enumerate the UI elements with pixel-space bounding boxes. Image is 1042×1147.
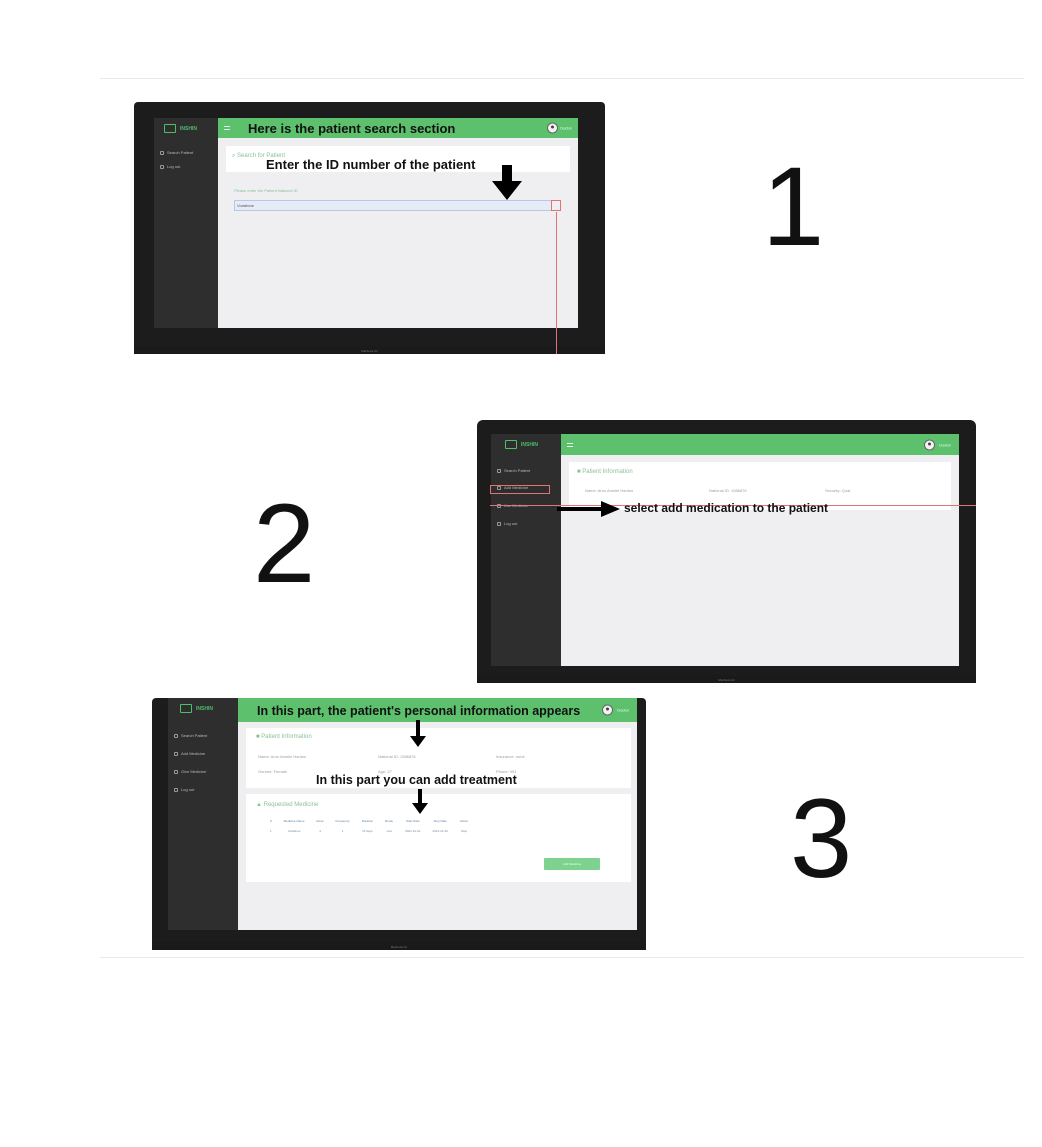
step1-logo: INSHIN: [164, 124, 197, 133]
step2-chin: Macbook Air: [477, 675, 976, 683]
step3-user: Doctor: [617, 707, 629, 713]
menu-icon[interactable]: [567, 442, 573, 447]
add-medicine-icon: [174, 751, 178, 756]
avatar-icon[interactable]: [602, 704, 613, 716]
monitor-icon: [505, 440, 517, 449]
step3-logo: INSHIN: [180, 704, 213, 713]
medicine-table: # Medicine Name Dose Frequency Duration …: [264, 816, 474, 836]
step3-sidebar: INSHIN Search Patient Add Medicine Give …: [168, 698, 238, 930]
step2-user: Doctor: [939, 442, 951, 447]
step3-medicine-panel: ▲ Requested Medicine # Medicine Name Dos…: [246, 794, 631, 882]
step2-nav-search[interactable]: Search Patient: [497, 468, 530, 473]
step1-number: 1: [762, 144, 825, 269]
avatar-icon[interactable]: [924, 439, 935, 450]
step1-chin: Macbook Air: [134, 346, 605, 354]
step3-logo-text: INSHIN: [196, 705, 213, 712]
step2-info-id: National ID: 1986876: [709, 488, 747, 493]
stop-action[interactable]: Stop: [454, 826, 474, 836]
step1-field-label: Please enter the Patient National ID: [234, 188, 298, 193]
step3-info-insurance: Insurance: none: [496, 754, 525, 759]
step2-callout-add-medication: select add medication to the patient: [624, 501, 829, 515]
step1-callout-id: Enter the ID number of the patient: [266, 157, 476, 172]
medicine-icon: ▲: [256, 802, 264, 808]
step1-user: Doctor: [560, 125, 572, 131]
step2-laptop: INSHIN Search Patient Add Medicine Use M…: [477, 420, 976, 683]
step3-chin: Macbook Air: [152, 942, 646, 950]
step1-search-button[interactable]: [551, 200, 561, 211]
avatar-icon[interactable]: [547, 122, 558, 134]
step2-nav-logout[interactable]: Log out: [497, 521, 517, 526]
step2-number: 2: [253, 481, 316, 606]
search-icon: [160, 150, 164, 155]
step3-nav-logout[interactable]: Log out: [174, 787, 194, 792]
step3-medicine-title: ▲ Requested Medicine: [256, 802, 319, 808]
step2-topbar: Doctor: [561, 434, 959, 455]
table-row: 1 Vodafone 4 1 15 days oral 2021-12-01 2…: [264, 826, 474, 836]
step1-callout-search: Here is the patient search section: [248, 121, 456, 136]
step1-nav-logout[interactable]: Log out: [160, 164, 180, 169]
logout-icon: [160, 164, 164, 169]
step3-callout-personal-info: In this part, the patient's personal inf…: [257, 704, 581, 718]
step2-info-name: Name: Arno Amelie Hantoo: [585, 488, 634, 493]
step3-nav-search[interactable]: Search Patient: [174, 733, 207, 738]
guide-line-top: [100, 78, 1024, 79]
logout-icon: [497, 521, 501, 526]
search-icon: [497, 468, 501, 473]
step2-info-security: Security: Quat: [825, 488, 851, 493]
step1-logo-text: INSHIN: [180, 125, 197, 132]
step2-add-medicine-highlight: [490, 485, 550, 494]
step1-screen: INSHIN Search Patient Log out Doctor ⌕ S…: [154, 118, 578, 328]
step2-logo: INSHIN: [505, 440, 538, 449]
step2-section-title: ■ Patient Information: [577, 469, 633, 475]
step3-info-name: Name: Arno Amelie Hantoo: [258, 754, 307, 759]
step3-nav-add-medicine[interactable]: Add Medicine: [174, 751, 205, 756]
step2-sidebar: INSHIN Search Patient Add Medicine Use M…: [491, 434, 561, 666]
step3-screen: INSHIN Search Patient Add Medicine Give …: [168, 698, 637, 930]
step3-down-arrow-1: [410, 720, 426, 747]
step3-info-gender: Gender: Female: [258, 769, 287, 774]
medicine-table-header: # Medicine Name Dose Frequency Duration …: [270, 819, 469, 823]
monitor-icon: [164, 124, 176, 133]
step1-sidebar: INSHIN Search Patient Log out: [154, 118, 218, 328]
search-icon: [174, 733, 178, 738]
step3-laptop: INSHIN Search Patient Add Medicine Give …: [152, 698, 646, 950]
pill-icon: [174, 769, 178, 774]
step2-logo-text: INSHIN: [521, 441, 538, 448]
add-medicine-button[interactable]: Add Medicine: [544, 858, 600, 870]
step3-callout-treatment: In this part you can add treatment: [316, 773, 517, 787]
patient-id-input[interactable]: Vodafone: [234, 200, 552, 211]
step3-nav-give-medicine[interactable]: Give Medicine: [174, 769, 206, 774]
guide-line-bottom: [100, 957, 1024, 958]
step2-right-arrow: [557, 501, 620, 517]
step1-nav-search[interactable]: Search Patient: [160, 150, 193, 155]
step1-down-arrow: [492, 165, 522, 200]
step3-section-title: ■ Patient Information: [256, 734, 312, 740]
step2-screen: INSHIN Search Patient Add Medicine Use M…: [491, 434, 959, 666]
logout-icon: [174, 787, 178, 792]
monitor-icon: [180, 704, 192, 713]
menu-icon[interactable]: [224, 126, 230, 130]
step1-laptop: INSHIN Search Patient Log out Doctor ⌕ S…: [134, 102, 605, 354]
step3-info-id: National ID: 1986876: [378, 754, 416, 759]
step3-down-arrow-2: [412, 789, 428, 814]
step3-number: 3: [790, 776, 853, 901]
step1-red-line: [556, 212, 557, 354]
